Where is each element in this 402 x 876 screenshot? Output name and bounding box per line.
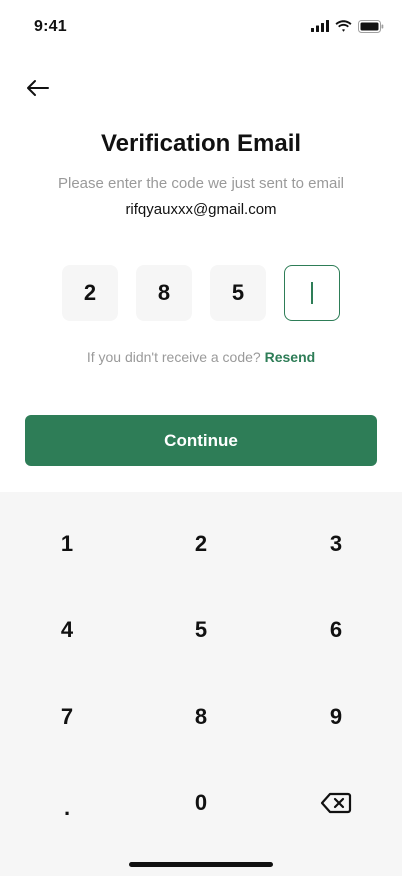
text-cursor — [311, 282, 313, 304]
key-5[interactable]: 5 — [141, 600, 261, 660]
page-title: Verification Email — [100, 130, 302, 157]
status-icons — [311, 19, 384, 33]
otp-digit-1[interactable]: 2 — [62, 265, 118, 321]
key-6[interactable]: 6 — [276, 600, 396, 660]
key-7[interactable]: 7 — [7, 687, 127, 747]
home-indicator — [129, 862, 273, 867]
key-1[interactable]: 1 — [7, 514, 127, 574]
key-8[interactable]: 8 — [141, 687, 261, 747]
resend-link[interactable]: Resend — [265, 349, 316, 365]
key-9[interactable]: 9 — [276, 687, 396, 747]
key-4[interactable]: 4 — [7, 600, 127, 660]
back-button[interactable] — [22, 74, 54, 102]
otp-digit-3[interactable]: 5 — [210, 265, 266, 321]
otp-input-row: 2 8 5 — [62, 265, 340, 321]
resend-prompt: If you didn't receive a code? — [86, 349, 265, 365]
verification-screen: 9:41 Verification Email Please enter the… — [0, 0, 402, 876]
key-3[interactable]: 3 — [276, 514, 396, 574]
status-time: 9:41 — [34, 18, 67, 35]
key-decimal[interactable]: . — [7, 778, 127, 838]
numeric-keypad: 1 2 3 4 5 6 7 8 9 . 0 — [0, 492, 402, 876]
key-2[interactable]: 2 — [141, 514, 261, 574]
otp-digit-2[interactable]: 8 — [136, 265, 192, 321]
subtitle: Please enter the code we just sent to em… — [58, 175, 344, 192]
status-bar: 9:41 — [0, 0, 402, 54]
back-arrow-icon — [27, 80, 49, 96]
continue-button[interactable]: Continue — [25, 415, 377, 466]
key-delete[interactable] — [276, 773, 396, 833]
signal-icon — [311, 20, 329, 32]
key-0[interactable]: 0 — [141, 773, 261, 833]
wifi-icon — [335, 20, 352, 32]
otp-digit-4[interactable] — [284, 265, 340, 321]
battery-icon — [358, 19, 384, 33]
resend-line: If you didn't receive a code? Resend — [0, 349, 402, 365]
backspace-icon — [320, 792, 352, 814]
email-address: rifqyauxxx@gmail.com — [125, 201, 277, 218]
